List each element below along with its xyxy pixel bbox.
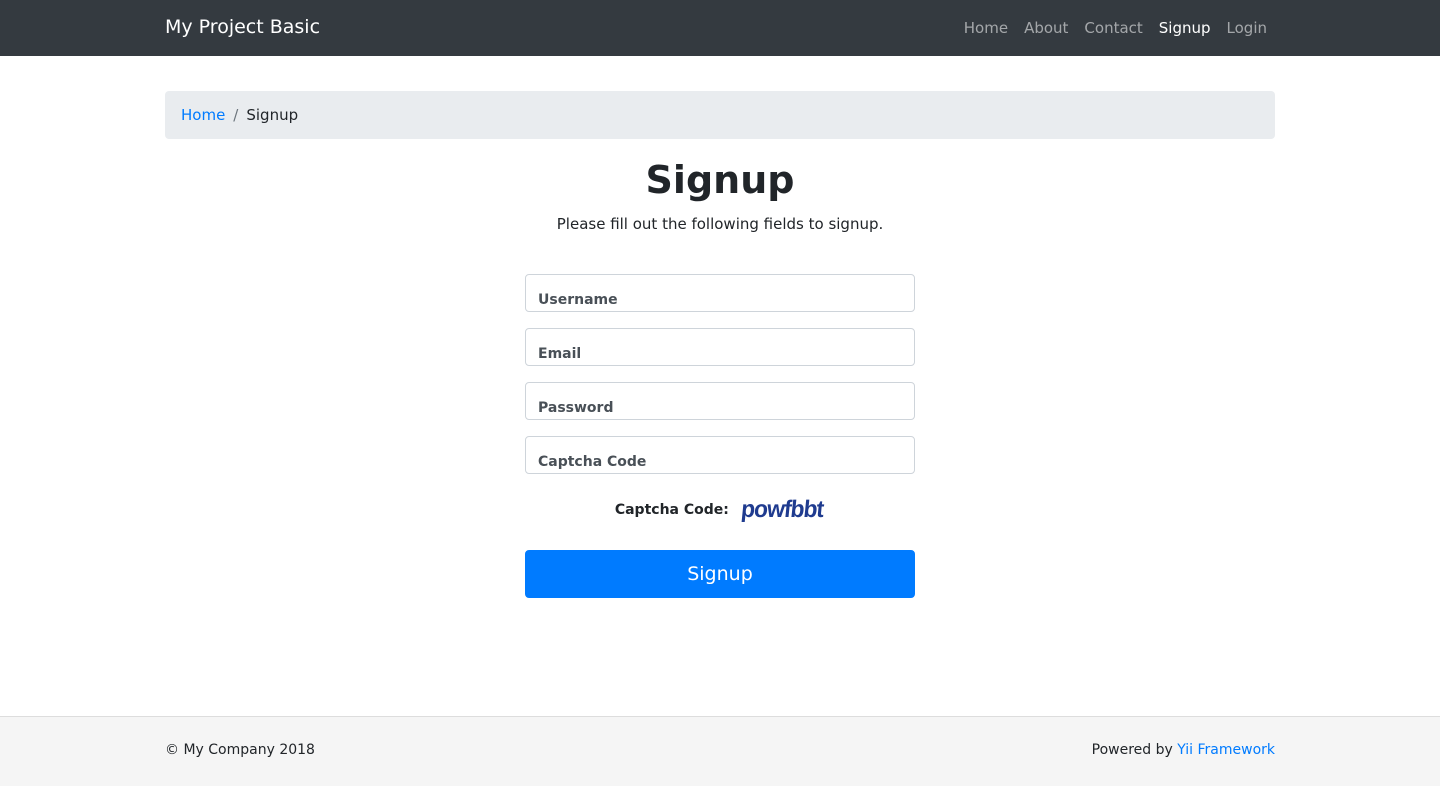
yii-framework-link[interactable]: Yii Framework — [1177, 742, 1275, 758]
username-input[interactable] — [526, 275, 914, 311]
page-title: Signup — [645, 158, 795, 202]
captcha-row: Captcha Code: powfbbt — [0, 494, 1440, 526]
nav-menu: Home About Contact Signup Login — [956, 0, 1275, 56]
breadcrumb: Home / Signup — [165, 91, 1275, 139]
captcha-image[interactable]: powfbbt — [740, 496, 825, 524]
nav-item-about[interactable]: About — [1016, 0, 1076, 56]
username-field — [525, 274, 915, 312]
captcha-label: Captcha Code: — [614, 502, 729, 518]
nav-item-home[interactable]: Home — [956, 0, 1016, 56]
footer: © My Company 2018 Powered by Yii Framewo… — [0, 716, 1440, 786]
email-input[interactable] — [526, 329, 914, 365]
brand-link[interactable]: My Project Basic — [165, 16, 320, 38]
powered-prefix: Powered by — [1091, 742, 1178, 758]
nav-item-login[interactable]: Login — [1219, 0, 1275, 56]
nav-item-contact[interactable]: Contact — [1076, 0, 1150, 56]
email-field — [525, 328, 915, 366]
page-subtitle: Please fill out the following fields to … — [556, 215, 884, 233]
password-input[interactable] — [526, 383, 914, 419]
password-field — [525, 382, 915, 420]
top-navbar: My Project Basic Home About Contact Sign… — [0, 0, 1440, 56]
signup-button[interactable]: Signup — [525, 550, 915, 598]
footer-copyright: © My Company 2018 — [165, 742, 315, 758]
breadcrumb-current: Signup — [246, 106, 299, 124]
footer-powered-by: Powered by Yii Framework — [1092, 742, 1275, 758]
captcha-field — [525, 436, 915, 474]
breadcrumb-home-link[interactable]: Home — [181, 106, 225, 124]
breadcrumb-separator: / — [233, 106, 239, 124]
captcha-input[interactable] — [526, 437, 914, 473]
nav-item-signup[interactable]: Signup — [1151, 0, 1219, 56]
